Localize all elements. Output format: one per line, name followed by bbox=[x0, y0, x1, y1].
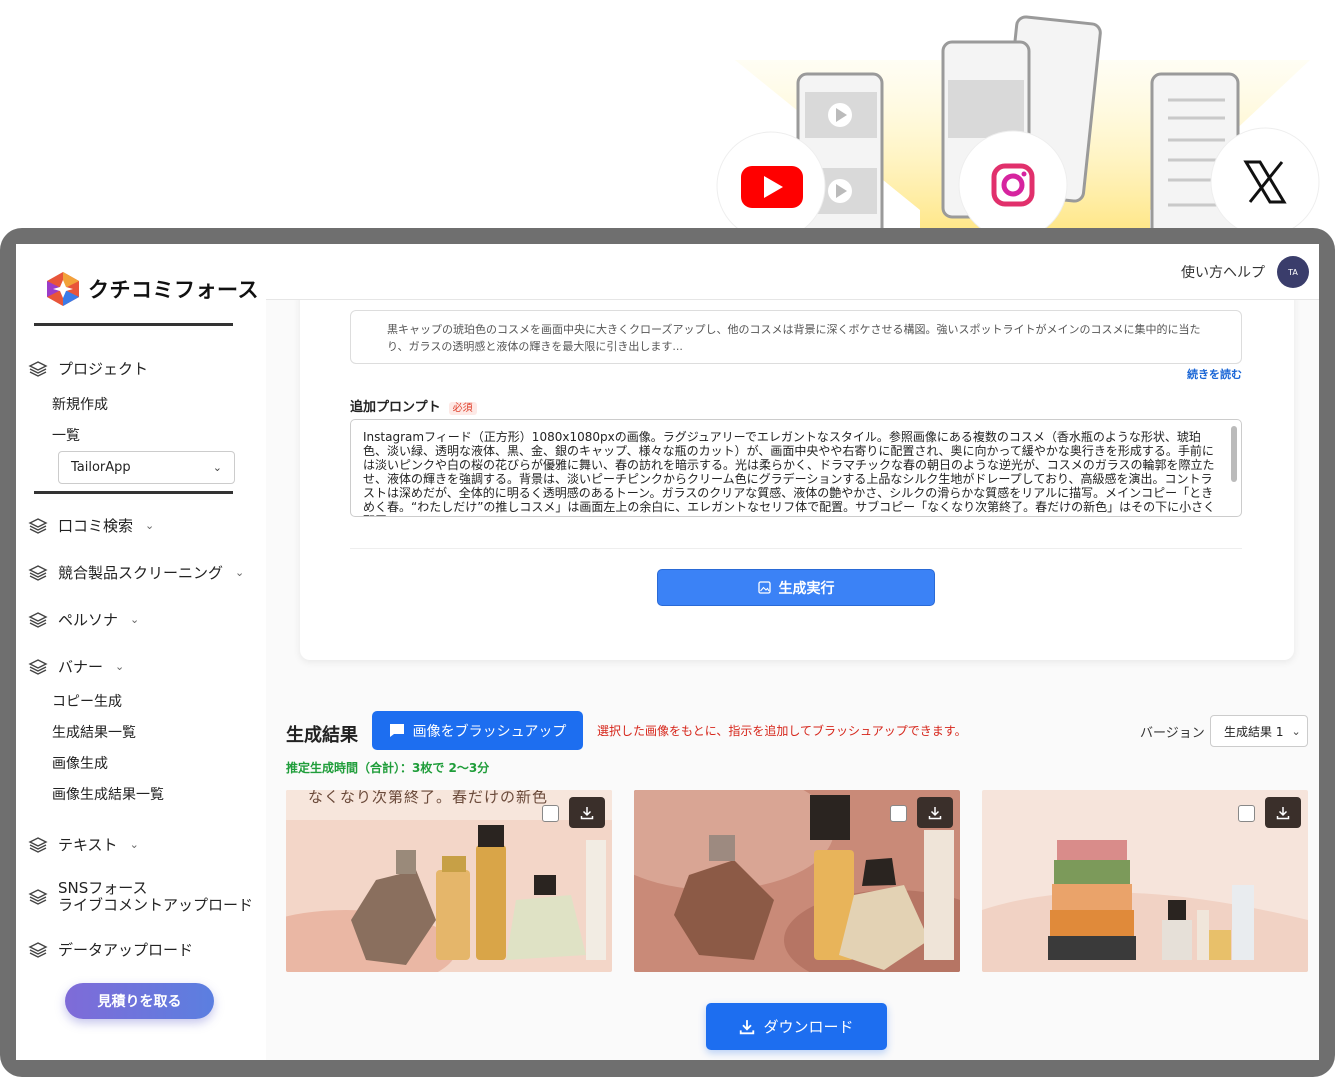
sidebar-item-label: データアップロード bbox=[58, 941, 194, 959]
chevron-down-icon: ⌄ bbox=[1291, 724, 1301, 738]
chevron-down-icon: ⌄ bbox=[235, 566, 245, 579]
image-download-button[interactable] bbox=[917, 797, 953, 828]
sidebar-item-label: バナー bbox=[58, 658, 104, 676]
version-select[interactable]: 生成結果 1 ⌄ bbox=[1210, 715, 1308, 747]
sidebar-item-text[interactable]: テキスト ⌄ bbox=[28, 834, 139, 855]
divider bbox=[34, 323, 233, 326]
sidebar-item-label: プロジェクト bbox=[58, 360, 149, 378]
sidebar-item-list[interactable]: 一覧 bbox=[52, 425, 80, 445]
generate-label: 生成実行 bbox=[778, 580, 835, 597]
image-select-checkbox[interactable] bbox=[1238, 805, 1255, 822]
app-name: クチコミフォース bbox=[88, 278, 259, 302]
result-image-3[interactable] bbox=[982, 790, 1308, 972]
prompt-label: 追加プロンプト 必須 bbox=[350, 396, 477, 415]
prompt-text: Instagramフィード（正方形）1080x1080pxの画像。ラグジュアリー… bbox=[363, 430, 1216, 516]
brushup-label: 画像をブラッシュアップ bbox=[412, 723, 567, 740]
image-download-button[interactable] bbox=[1265, 797, 1301, 828]
prompt-label-text: 追加プロンプト bbox=[350, 400, 441, 415]
image-overlay-text: なくなり次第終了。春だけの新色 bbox=[308, 790, 549, 806]
image-icon bbox=[757, 581, 771, 594]
version-value: 生成結果 1 bbox=[1224, 724, 1284, 739]
layers-icon bbox=[28, 658, 48, 675]
sidebar-item-label: ライブコメントアップロード bbox=[58, 896, 254, 914]
sidebar-item-image-gen[interactable]: 画像生成 bbox=[52, 753, 108, 773]
sidebar-item-label: 競合製品スクリーニング bbox=[58, 564, 224, 582]
description-box: 黒キャップの琥珀色のコスメを画面中央に大きくクローズアップし、他のコスメは背景に… bbox=[350, 310, 1242, 364]
download-icon bbox=[928, 806, 942, 819]
avatar[interactable]: TA bbox=[1277, 256, 1309, 288]
image-download-button[interactable] bbox=[569, 797, 605, 828]
topbar: 使い方ヘルプ TA bbox=[266, 244, 1319, 300]
sidebar-item-label: テキスト bbox=[58, 836, 118, 854]
perfume-image bbox=[982, 790, 1308, 972]
download-button[interactable]: ダウンロード bbox=[706, 1003, 887, 1050]
logo-icon bbox=[47, 272, 79, 306]
sidebar-item-image-results[interactable]: 画像生成結果一覧 bbox=[52, 784, 164, 804]
layers-icon bbox=[28, 836, 48, 853]
download-icon bbox=[740, 1019, 755, 1034]
download-icon bbox=[580, 806, 594, 819]
result-image-2[interactable] bbox=[634, 790, 960, 972]
sidebar: クチコミフォース プロジェクト 新規作成 一覧 TailorApp ⌄ 口コミ検… bbox=[16, 244, 266, 1060]
divider bbox=[34, 491, 233, 494]
download-icon bbox=[1276, 806, 1290, 819]
required-badge: 必須 bbox=[448, 402, 477, 415]
app-screen: クチコミフォース プロジェクト 新規作成 一覧 TailorApp ⌄ 口コミ検… bbox=[16, 244, 1319, 1060]
app-select[interactable]: TailorApp ⌄ bbox=[58, 451, 235, 484]
sidebar-item-screening[interactable]: 競合製品スクリーニング ⌄ bbox=[28, 562, 244, 583]
version-label: バージョン bbox=[1140, 726, 1205, 741]
estimate-button[interactable]: 見積りを取る bbox=[65, 983, 214, 1019]
chevron-down-icon: ⌄ bbox=[130, 613, 140, 626]
app-select-value: TailorApp bbox=[71, 460, 131, 475]
sidebar-item-sns[interactable]: SNSフォース ライブコメントアップロード bbox=[28, 880, 253, 914]
textarea-scrollbar[interactable] bbox=[1231, 426, 1237, 482]
perfume-image bbox=[634, 790, 960, 972]
result-image-1[interactable]: なくなり次第終了。春だけの新色 bbox=[286, 790, 612, 972]
download-label: ダウンロード bbox=[763, 1018, 854, 1036]
sidebar-item-banner[interactable]: バナー ⌄ bbox=[28, 656, 124, 677]
sidebar-item-copy-gen[interactable]: コピー生成 bbox=[52, 691, 122, 711]
sidebar-item-data-upload[interactable]: データアップロード bbox=[28, 939, 193, 960]
instagram-icon bbox=[958, 130, 1068, 240]
sidebar-item-label: ペルソナ bbox=[58, 611, 119, 629]
estimated-time: 推定生成時間（合計）：3枚で 2〜3分 bbox=[286, 761, 490, 775]
layers-icon bbox=[28, 889, 48, 905]
divider bbox=[350, 548, 1242, 549]
sidebar-item-gen-results[interactable]: 生成結果一覧 bbox=[52, 722, 136, 742]
prompt-card: 黒キャップの琥珀色のコスメを画面中央に大きくクローズアップし、他のコスメは背景に… bbox=[300, 284, 1294, 660]
chat-icon bbox=[389, 724, 404, 737]
chevron-down-icon: ⌄ bbox=[129, 838, 139, 851]
app-logo[interactable]: クチコミフォース bbox=[44, 270, 259, 308]
image-select-checkbox[interactable] bbox=[542, 805, 559, 822]
image-select-checkbox[interactable] bbox=[890, 805, 907, 822]
read-more-link[interactable]: 続きを読む bbox=[1187, 366, 1242, 382]
help-link[interactable]: 使い方ヘルプ bbox=[1181, 262, 1265, 282]
layers-icon bbox=[28, 360, 48, 377]
youtube-icon bbox=[716, 131, 826, 241]
results-title: 生成結果 bbox=[286, 725, 358, 746]
x-icon bbox=[1210, 127, 1320, 237]
sidebar-item-persona[interactable]: ペルソナ ⌄ bbox=[28, 609, 139, 630]
perfume-image bbox=[286, 790, 612, 972]
brushup-notice: 選択した画像をもとに、指示を追加してブラッシュアップできます。 bbox=[597, 724, 967, 738]
prompt-textarea[interactable]: Instagramフィード（正方形）1080x1080pxの画像。ラグジュアリー… bbox=[350, 419, 1242, 517]
sidebar-item-label: SNSフォース bbox=[58, 879, 148, 897]
sidebar-item-new[interactable]: 新規作成 bbox=[52, 394, 108, 414]
chevron-down-icon: ⌄ bbox=[212, 461, 222, 474]
chevron-down-icon: ⌄ bbox=[115, 660, 125, 673]
chevron-down-icon: ⌄ bbox=[145, 519, 155, 532]
layers-icon bbox=[28, 941, 48, 958]
sidebar-item-label: 口コミ検索 bbox=[58, 517, 134, 535]
sidebar-item-project[interactable]: プロジェクト bbox=[28, 358, 148, 379]
sidebar-item-reviews[interactable]: 口コミ検索 ⌄ bbox=[28, 515, 154, 536]
generate-button[interactable]: 生成実行 bbox=[657, 569, 935, 606]
layers-icon bbox=[28, 564, 48, 581]
layers-icon bbox=[28, 611, 48, 628]
brushup-button[interactable]: 画像をブラッシュアップ bbox=[372, 711, 583, 750]
layers-icon bbox=[28, 517, 48, 534]
